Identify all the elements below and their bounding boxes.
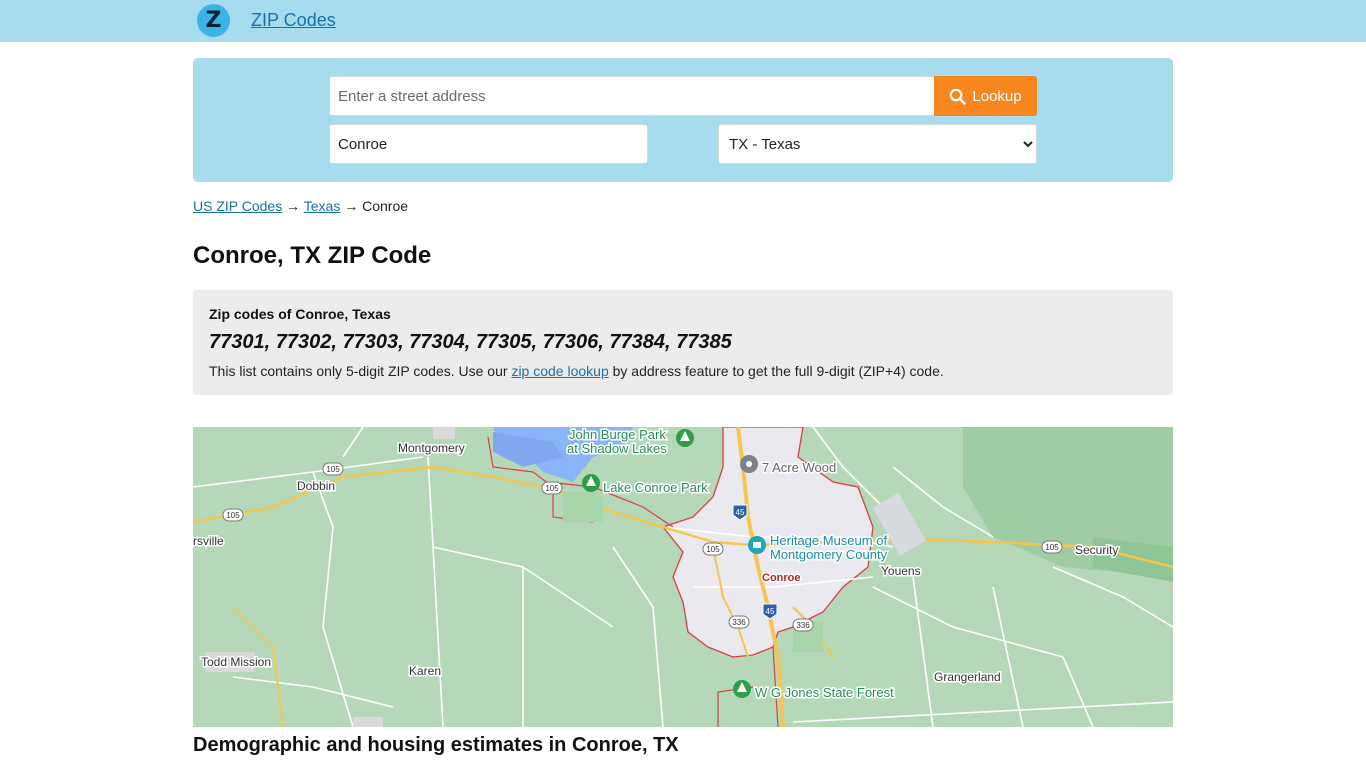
map-label-7-acre-wood: 7 Acre Wood xyxy=(762,460,836,475)
lookup-button[interactable]: Lookup xyxy=(934,76,1037,116)
route-shield-336: 336 xyxy=(728,615,750,629)
route-shield-label: 105 xyxy=(545,484,559,493)
map-canvas[interactable]: 105 105 105 105 105 336 336 45 45 Montgo… xyxy=(193,427,1173,727)
museum-marker-icon[interactable] xyxy=(748,536,766,554)
map[interactable]: 105 105 105 105 105 336 336 45 45 Montgo… xyxy=(193,427,1173,727)
lookup-label: Lookup xyxy=(972,87,1022,105)
map-label-wg-jones: W G Jones State Forest xyxy=(755,685,894,700)
map-label-karen: Karen xyxy=(409,664,441,678)
breadcrumb-us-zip-codes[interactable]: US ZIP Codes xyxy=(193,198,282,214)
note-text-after: by address feature to get the full 9-dig… xyxy=(608,363,944,379)
route-shield-label: 336 xyxy=(796,621,810,630)
breadcrumb-current: Conroe xyxy=(362,198,409,214)
address-input[interactable] xyxy=(329,76,935,116)
map-label-todd-mission: Todd Mission xyxy=(201,655,271,669)
route-shield-label: 105 xyxy=(706,545,720,554)
page-title: Conroe, TX ZIP Code xyxy=(193,242,432,269)
route-shield-105: 105 xyxy=(222,508,244,522)
town-block xyxy=(353,717,383,727)
map-label-security: Security xyxy=(1075,543,1118,557)
interstate-shield-label: 45 xyxy=(736,508,745,517)
route-shield-label: 336 xyxy=(732,618,746,627)
place-marker-icon[interactable] xyxy=(740,455,758,473)
map-label-shadow-lakes: at Shadow Lakes xyxy=(567,441,667,456)
route-shield-105: 105 xyxy=(1041,540,1063,554)
map-label-grangerland: Grangerland xyxy=(934,670,1001,684)
zip-code-lookup-link[interactable]: zip code lookup xyxy=(511,363,608,379)
city-input[interactable] xyxy=(329,124,648,164)
route-shield-105: 105 xyxy=(322,462,344,476)
map-label-heritage-museum: Heritage Museum of xyxy=(770,533,887,548)
search-icon xyxy=(950,88,967,105)
route-shield-105: 105 xyxy=(702,542,724,556)
map-label-lake-conroe-park: Lake Conroe Park xyxy=(603,480,708,495)
town-block xyxy=(433,427,455,439)
zip-codes-box: Zip codes of Conroe, Texas 77301, 77302,… xyxy=(193,290,1173,395)
route-shield-336: 336 xyxy=(792,618,814,632)
park-marker-icon[interactable] xyxy=(676,429,694,447)
zip-codes-list: 77301, 77302, 77303, 77304, 77305, 77306… xyxy=(209,331,732,353)
breadcrumb-texas[interactable]: Texas xyxy=(304,198,341,214)
route-shield-label: 105 xyxy=(226,511,240,520)
note-text-before: This list contains only 5-digit ZIP code… xyxy=(209,363,512,379)
breadcrumb-arrow: → xyxy=(344,198,359,214)
route-shield-label: 105 xyxy=(1045,543,1059,552)
zip-codes-label: Zip codes of Conroe, Texas xyxy=(209,306,391,322)
park-patch xyxy=(563,492,603,522)
route-shield-label: 105 xyxy=(326,465,340,474)
top-bar: Z ZIP Codes xyxy=(0,0,1366,42)
site-name-link[interactable]: ZIP Codes xyxy=(251,10,336,31)
map-label-conroe: Conroe xyxy=(762,572,801,584)
map-label-montgomery: Montgomery xyxy=(398,441,465,455)
map-label-john-burge-park: John Burge Park xyxy=(569,427,666,442)
zip-codes-note: This list contains only 5-digit ZIP code… xyxy=(209,363,944,379)
park-marker-icon[interactable] xyxy=(733,680,751,698)
section-title-demographics: Demographic and housing estimates in Con… xyxy=(193,734,679,756)
search-panel: Lookup TX - Texas xyxy=(193,58,1173,182)
interstate-shield-label: 45 xyxy=(766,607,775,616)
park-marker-icon[interactable] xyxy=(582,474,600,492)
map-label-youens: Youens xyxy=(881,564,921,578)
route-shield-105: 105 xyxy=(541,481,563,495)
state-select[interactable]: TX - Texas xyxy=(718,124,1037,164)
logo-icon[interactable]: Z xyxy=(197,4,230,37)
breadcrumb-arrow: → xyxy=(286,198,301,214)
map-label-ersville: rsville xyxy=(193,534,224,548)
map-label-montgomery-county: Montgomery County xyxy=(770,547,888,562)
map-label-dobbin: Dobbin xyxy=(297,479,335,493)
breadcrumb: US ZIP Codes → Texas → Conroe xyxy=(193,198,408,214)
